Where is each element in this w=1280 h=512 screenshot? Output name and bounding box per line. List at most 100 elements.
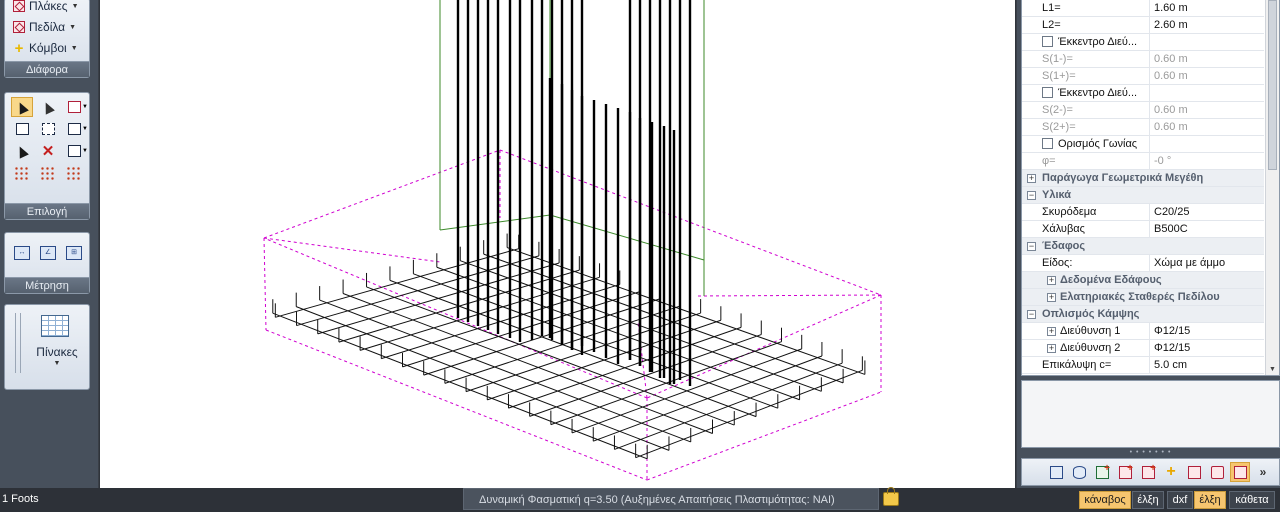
add-node-button[interactable]: + [1161,462,1181,482]
scroll-down-icon[interactable]: ▼ [1269,366,1276,373]
expand-icon[interactable]: + [1047,276,1056,285]
collapse-icon[interactable]: − [1027,191,1036,200]
property-grid[interactable]: L1= 1.60 m L2= 2.60 m Έκκεντρο Διεύ... S(1-)=… [1021,0,1280,376]
splitter-grip[interactable]: • • • • • • • [1021,449,1280,456]
property-check-cell[interactable]: Ορισμός Γωνίας [1022,135,1150,153]
toolbar-overflow-button[interactable]: » [1253,462,1273,482]
property-row[interactable]: Σκυρόδεμα C20/25 [1022,203,1264,221]
select-options-button[interactable]: ▼ [63,119,88,139]
property-checkbox[interactable] [1042,137,1053,149]
property-row[interactable]: L1= 1.60 m [1022,0,1264,17]
measure-area-button[interactable]: ⊞ [63,243,85,263]
status-bar: 1 Foots Δυναμική Φασματική q=3.50 (Αυξημ… [0,487,1280,512]
dxf-toggle-button[interactable]: dxf [1167,491,1193,509]
property-row[interactable]: Είδος: Χώμα με άμμο [1022,254,1264,272]
footing-3d-view[interactable] [100,0,1017,488]
property-row[interactable]: S(2+)= 0.60 m [1022,118,1264,136]
select-pointer-button[interactable] [11,97,33,117]
property-row[interactable]: Χάλυβας B500C [1022,220,1264,238]
deselect-button[interactable]: ✕ [37,141,59,161]
property-row[interactable]: S(1-)= 0.60 m [1022,50,1264,68]
property-value[interactable]: 0.60 m [1150,53,1188,65]
select-more-button[interactable]: ▼ [63,141,88,161]
select-filter-button[interactable] [11,141,33,161]
property-row[interactable]: Έκκεντρο Διεύ... [1022,33,1264,51]
property-category[interactable]: − Υλικά [1022,187,1264,204]
insert-element-2-button[interactable]: + [1115,462,1135,482]
measure-distance-button[interactable]: ↔ [11,243,33,263]
grid-select-1-button[interactable] [11,163,33,183]
expand-icon[interactable]: + [1027,174,1036,183]
grid-toggle-button[interactable]: κάναβος [1079,491,1131,509]
collapse-icon[interactable]: − [1027,310,1036,319]
property-scrollbar[interactable]: ▼ [1265,0,1279,375]
menu-nodes[interactable]: + Κόμβοι ▼ [13,39,78,57]
close-icon: ✕ [41,143,55,160]
menu-footings[interactable]: Πεδίλα ▼ [13,18,76,36]
property-value[interactable]: Φ12/15 [1150,342,1190,354]
property-row[interactable]: L2= 2.60 m [1022,16,1264,34]
mesh-bar [508,326,742,409]
layers-button[interactable] [1069,462,1089,482]
insert-element-5-button[interactable] [1207,462,1227,482]
insert-element-4-button[interactable] [1184,462,1204,482]
ortho-toggle-button[interactable]: κάθετα [1229,491,1275,509]
group-caption-selection: Επιλογή [5,203,89,219]
grid-select-3-button[interactable] [63,163,85,183]
property-value[interactable]: -0 ° [1150,155,1171,167]
menu-slabs[interactable]: Πλάκες ▼ [13,0,79,15]
property-category[interactable]: + Παράγωγα Γεωμετρικά Μεγέθη [1022,170,1264,187]
property-value[interactable]: 5.0 cm [1150,359,1187,371]
property-value[interactable]: 2.60 m [1150,19,1188,31]
expand-icon[interactable]: + [1047,327,1056,336]
property-row[interactable]: φ= -0 ° [1022,152,1264,170]
measure-angle-button[interactable]: ∠ [37,243,59,263]
property-value[interactable]: 0.60 m [1150,121,1188,133]
property-row[interactable]: S(1+)= 0.60 m [1022,67,1264,85]
property-value[interactable]: B500C [1150,223,1188,235]
expand-icon[interactable]: + [1047,293,1056,302]
property-check-cell[interactable]: Έκκεντρο Διεύ... [1022,84,1150,102]
property-row[interactable]: + Διεύθυνση 2 Φ12/15 [1022,339,1264,357]
property-check-cell[interactable]: Έκκεντρο Διεύ... [1022,33,1150,51]
property-subcategory[interactable]: + Ελατηριακές Σταθερές Πεδίλου [1022,289,1264,306]
footing-tool-button[interactable] [1230,462,1250,482]
property-category[interactable]: − Έδαφος [1022,238,1264,255]
property-value[interactable]: C20/25 [1150,206,1189,218]
property-row[interactable]: + Διεύθυνση 1 Φ12/15 [1022,322,1264,340]
select-inside-button[interactable] [11,119,33,139]
grid-select-2-button[interactable] [37,163,59,183]
lock-icon[interactable] [883,487,899,506]
property-subcategory[interactable]: + Δεδομένα Εδάφους [1022,272,1264,289]
dxf-snap-toggle-button[interactable]: έλξη [1194,491,1226,509]
property-value[interactable]: 0.60 m [1150,104,1188,116]
property-value[interactable]: Φ12/15 [1150,325,1190,337]
insert-element-button[interactable]: + [1092,462,1112,482]
property-category[interactable]: − Οπλισμός Κάμψης [1022,306,1264,323]
drawing-canvas[interactable] [99,0,1016,488]
snap-toggle-button[interactable]: έλξη [1132,491,1164,509]
table-icon [41,315,69,337]
property-row[interactable]: S(2-)= 0.60 m [1022,101,1264,119]
select-window-button[interactable]: ▼ [63,97,88,117]
property-checkbox[interactable] [1042,86,1053,98]
collapse-icon[interactable]: − [1027,242,1036,251]
select-add-button[interactable] [37,97,59,117]
property-value[interactable]: 0.60 m [1150,70,1188,82]
expand-icon[interactable]: + [1047,344,1056,353]
scrollbar-thumb[interactable] [1268,0,1277,170]
select-window-icon [67,101,81,113]
property-row[interactable]: Επικάλυψη c= 5.0 cm [1022,356,1264,374]
select-crossing-button[interactable] [37,119,59,139]
property-value[interactable]: 1.60 m [1150,2,1188,14]
tables-button[interactable]: Πίνακες ▼ [23,305,91,389]
grid-dots-icon [14,166,30,180]
insert-element-3-button[interactable]: + [1138,462,1158,482]
chevron-down-icon: ▼ [71,2,79,10]
property-value[interactable]: Χώμα με άμμο [1150,257,1225,269]
property-row[interactable]: Ορισμός Γωνίας [1022,135,1264,153]
property-checkbox[interactable] [1042,35,1053,47]
mesh-bar [275,248,519,318]
property-row[interactable]: Έκκεντρο Διεύ... [1022,84,1264,102]
building-view-button[interactable] [1046,462,1066,482]
